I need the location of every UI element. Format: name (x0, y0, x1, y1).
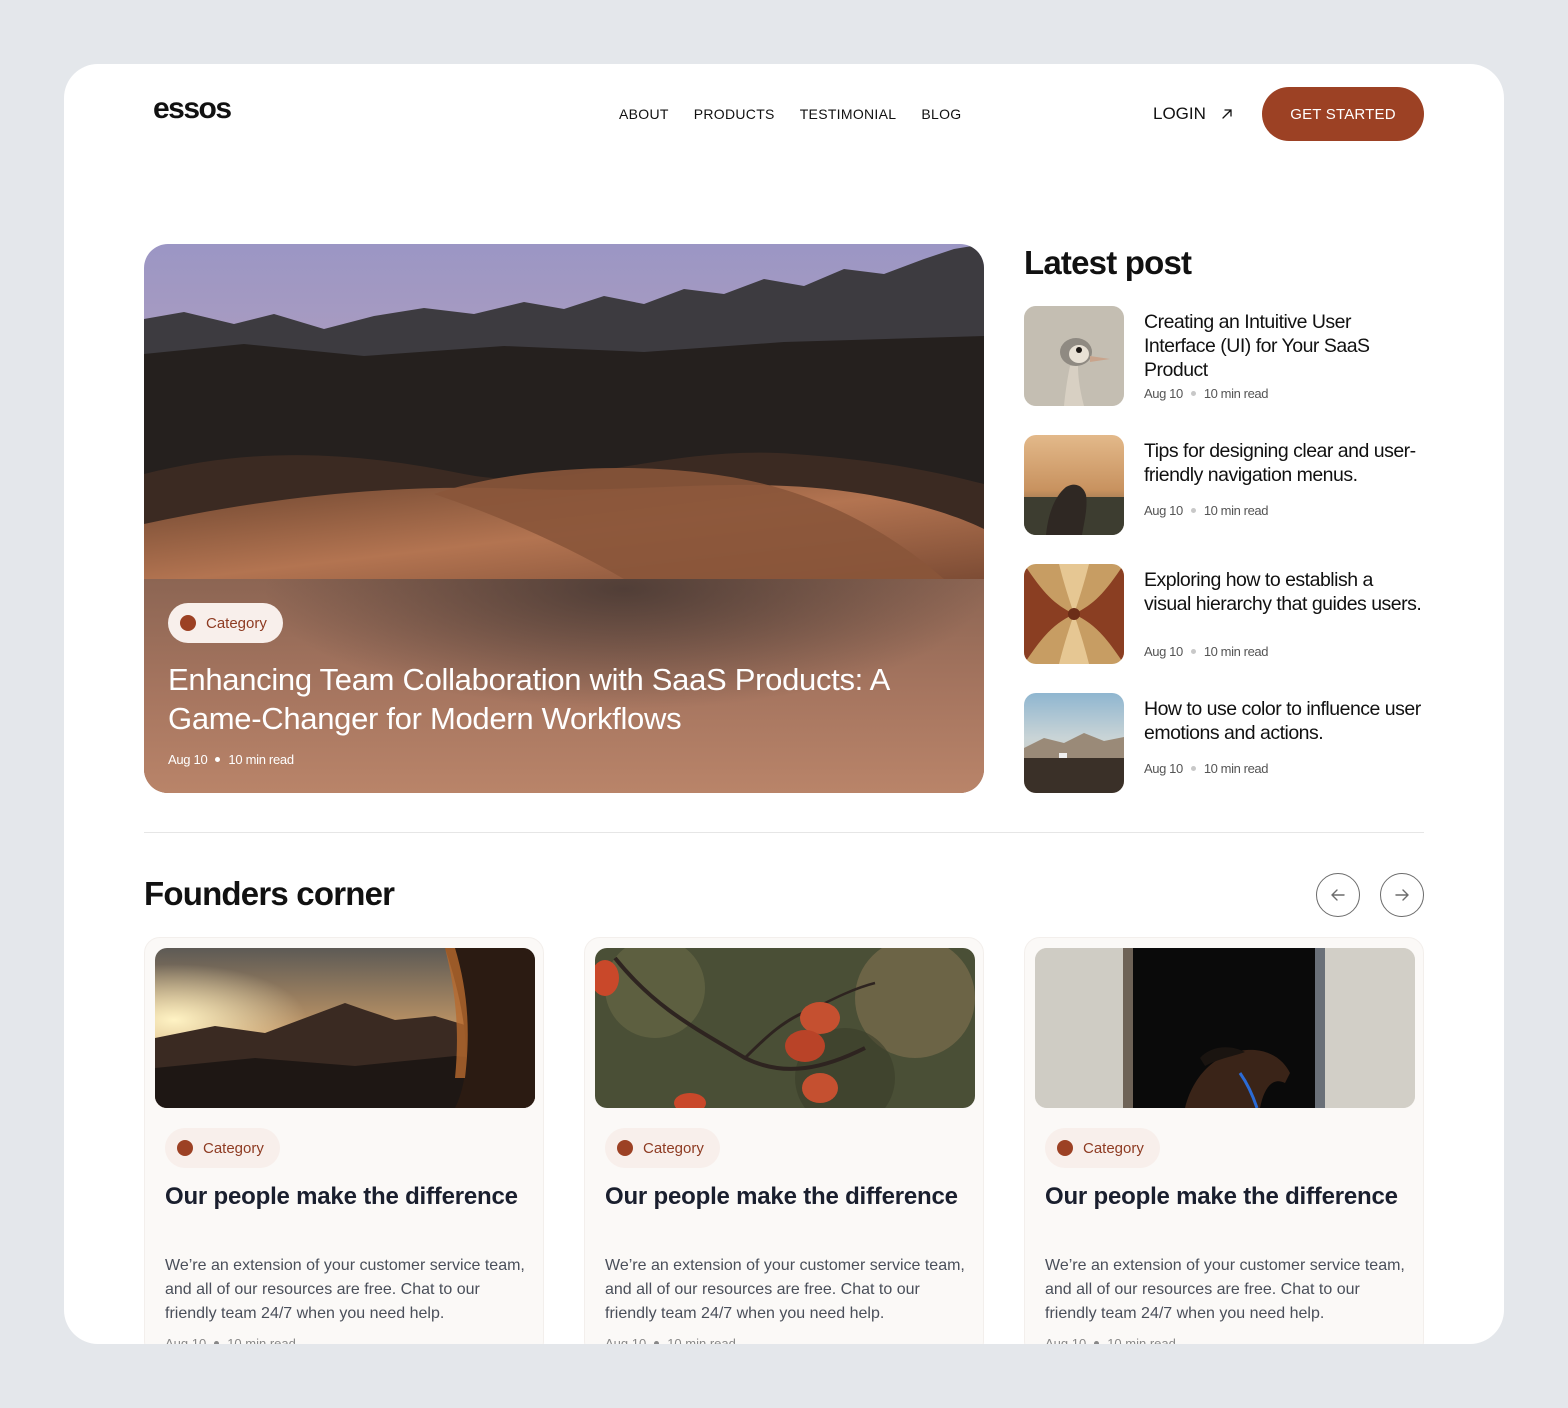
card-description: We’re an extension of your customer serv… (165, 1257, 525, 1322)
category-dot-icon (180, 615, 196, 631)
founders-card[interactable]: Category Our people make the difference … (144, 937, 544, 1344)
dot-separator-icon (1190, 766, 1196, 771)
dot-separator-icon (1094, 1341, 1100, 1344)
hero-date: Aug 10 (168, 752, 208, 767)
post-title[interactable]: Exploring how to establish a visual hier… (1144, 568, 1424, 616)
category-label: Category (643, 1139, 704, 1157)
login-label: LOGIN (1153, 104, 1206, 123)
hero-title[interactable]: Enhancing Team Collaboration with SaaS P… (168, 660, 968, 738)
post-thumbnail (1024, 693, 1124, 793)
card-date: Aug 10 (1045, 1336, 1087, 1344)
category-dot-icon (177, 1140, 193, 1156)
post-read-time: 10 min read (1203, 503, 1269, 518)
founders-card[interactable]: Category Our people make the difference … (1024, 937, 1424, 1344)
category-label: Category (206, 614, 267, 632)
card-category-badge[interactable]: Category (1045, 1128, 1160, 1168)
card-category-badge[interactable]: Category (165, 1128, 280, 1168)
hero-meta: Aug 10 10 min read (168, 752, 294, 767)
nav-item-products[interactable]: PRODUCTS (694, 106, 775, 122)
section-divider (144, 832, 1424, 833)
post-date: Aug 10 (1144, 503, 1183, 518)
founders-card[interactable]: Category Our people make the difference … (584, 937, 984, 1344)
card-date: Aug 10 (165, 1336, 207, 1344)
hero-read-time: 10 min read (228, 752, 294, 767)
category-dot-icon (617, 1140, 633, 1156)
post-date: Aug 10 (1144, 644, 1183, 659)
post-title[interactable]: Creating an Intuitive User Interface (UI… (1144, 310, 1424, 382)
post-title[interactable]: How to use color to influence user emoti… (1144, 697, 1424, 745)
post-read-time: 10 min read (1203, 644, 1269, 659)
get-started-button[interactable]: GET STARTED (1262, 87, 1424, 141)
arrow-right-icon (1395, 889, 1409, 901)
card-meta: Aug 10 10 min read (605, 1336, 736, 1344)
dot-separator-icon (1190, 508, 1196, 513)
hero-category-badge[interactable]: Category (168, 603, 283, 643)
dot-separator-icon (1190, 649, 1196, 654)
arrow-left-icon (1331, 889, 1345, 901)
card-read-time: 10 min read (667, 1336, 736, 1344)
post-date: Aug 10 (1144, 761, 1183, 776)
card-category-badge[interactable]: Category (605, 1128, 720, 1168)
founders-corner-heading: Founders corner (144, 875, 395, 912)
nav-item-testimonial[interactable]: TESTIMONIAL (800, 106, 897, 122)
card-date: Aug 10 (605, 1336, 647, 1344)
dot-separator-icon (215, 757, 221, 762)
post-date: Aug 10 (1144, 386, 1183, 401)
card-title[interactable]: Our people make the difference (1045, 1182, 1405, 1212)
post-meta: Aug 10 10 min read (1144, 386, 1268, 401)
card-description: We’re an extension of your customer serv… (1045, 1257, 1405, 1322)
card-image (595, 948, 975, 1108)
card-image (155, 948, 535, 1108)
post-thumbnail (1024, 435, 1124, 535)
card-read-time: 10 min read (1107, 1336, 1176, 1344)
latest-post-heading: Latest post (1024, 244, 1192, 281)
hero-article[interactable]: Category Enhancing Team Collaboration wi… (144, 244, 984, 793)
category-dot-icon (1057, 1140, 1073, 1156)
post-title[interactable]: Tips for designing clear and user-friend… (1144, 439, 1424, 487)
category-label: Category (1083, 1139, 1144, 1157)
login-link[interactable]: LOGIN (1153, 104, 1234, 124)
dot-separator-icon (654, 1341, 660, 1344)
post-meta: Aug 10 10 min read (1144, 761, 1268, 776)
card-title[interactable]: Our people make the difference (165, 1182, 525, 1212)
nav-item-blog[interactable]: BLOG (921, 106, 961, 122)
carousel-prev-button[interactable] (1316, 873, 1360, 917)
brand-logo[interactable]: essos (153, 92, 232, 126)
card-title[interactable]: Our people make the difference (605, 1182, 965, 1212)
dot-separator-icon (1190, 391, 1196, 396)
card-description: We’re an extension of your customer serv… (605, 1257, 965, 1322)
card-image (1035, 948, 1415, 1108)
main-nav: ABOUT PRODUCTS TESTIMONIAL BLOG (619, 106, 961, 122)
nav-item-about[interactable]: ABOUT (619, 106, 669, 122)
carousel-next-button[interactable] (1380, 873, 1424, 917)
card-read-time: 10 min read (227, 1336, 296, 1344)
card-meta: Aug 10 10 min read (165, 1336, 296, 1344)
arrow-up-right-icon (1222, 109, 1232, 119)
post-meta: Aug 10 10 min read (1144, 503, 1268, 518)
post-read-time: 10 min read (1203, 386, 1269, 401)
page-frame: essos ABOUT PRODUCTS TESTIMONIAL BLOG LO… (64, 64, 1504, 1344)
post-read-time: 10 min read (1203, 761, 1269, 776)
post-thumbnail (1024, 306, 1124, 406)
dot-separator-icon (214, 1341, 220, 1344)
category-label: Category (203, 1139, 264, 1157)
post-meta: Aug 10 10 min read (1144, 644, 1268, 659)
card-meta: Aug 10 10 min read (1045, 1336, 1176, 1344)
post-thumbnail (1024, 564, 1124, 664)
